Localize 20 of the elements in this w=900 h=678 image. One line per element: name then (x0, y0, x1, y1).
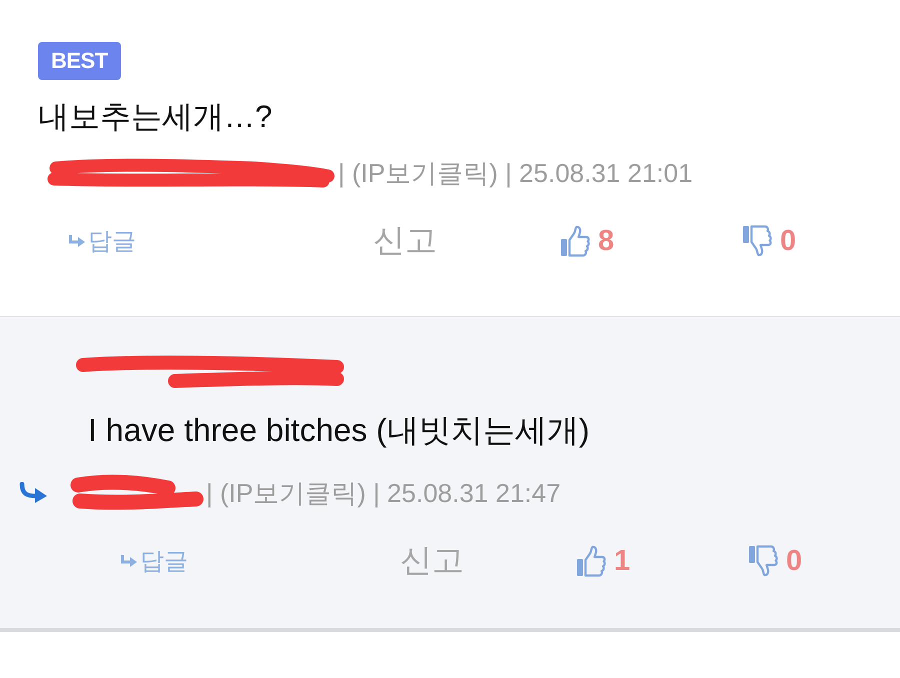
meta-text: | (IP보기클릭) | 25.08.31 21:47 (206, 476, 561, 510)
thumbs-down-icon (742, 225, 772, 257)
dislike-button[interactable]: 0 (742, 224, 796, 258)
reply-arrow-icon (120, 554, 138, 568)
like-button[interactable]: 8 (560, 224, 614, 258)
thumbs-up-icon (560, 225, 590, 257)
meta-text: | (IP보기클릭) | 25.08.31 21:01 (338, 156, 693, 190)
like-button[interactable]: 1 (576, 544, 630, 578)
report-button[interactable]: 신고 (400, 539, 464, 583)
thumbs-up-icon (576, 545, 606, 577)
report-button[interactable]: 신고 (373, 219, 437, 263)
thumbs-down-icon (748, 545, 778, 577)
reply-arrow-icon (68, 234, 86, 248)
reply-arrow-icon (18, 482, 48, 504)
reply-button[interactable]: 답글 (68, 225, 136, 257)
dislike-button[interactable]: 0 (748, 544, 802, 578)
reply-button[interactable]: 답글 (120, 545, 188, 577)
best-badge: BEST (38, 42, 121, 80)
comment-text: 내보추는세개…? (38, 98, 274, 136)
comment-text: I have three bitches (내빗치는세개) (88, 411, 590, 450)
